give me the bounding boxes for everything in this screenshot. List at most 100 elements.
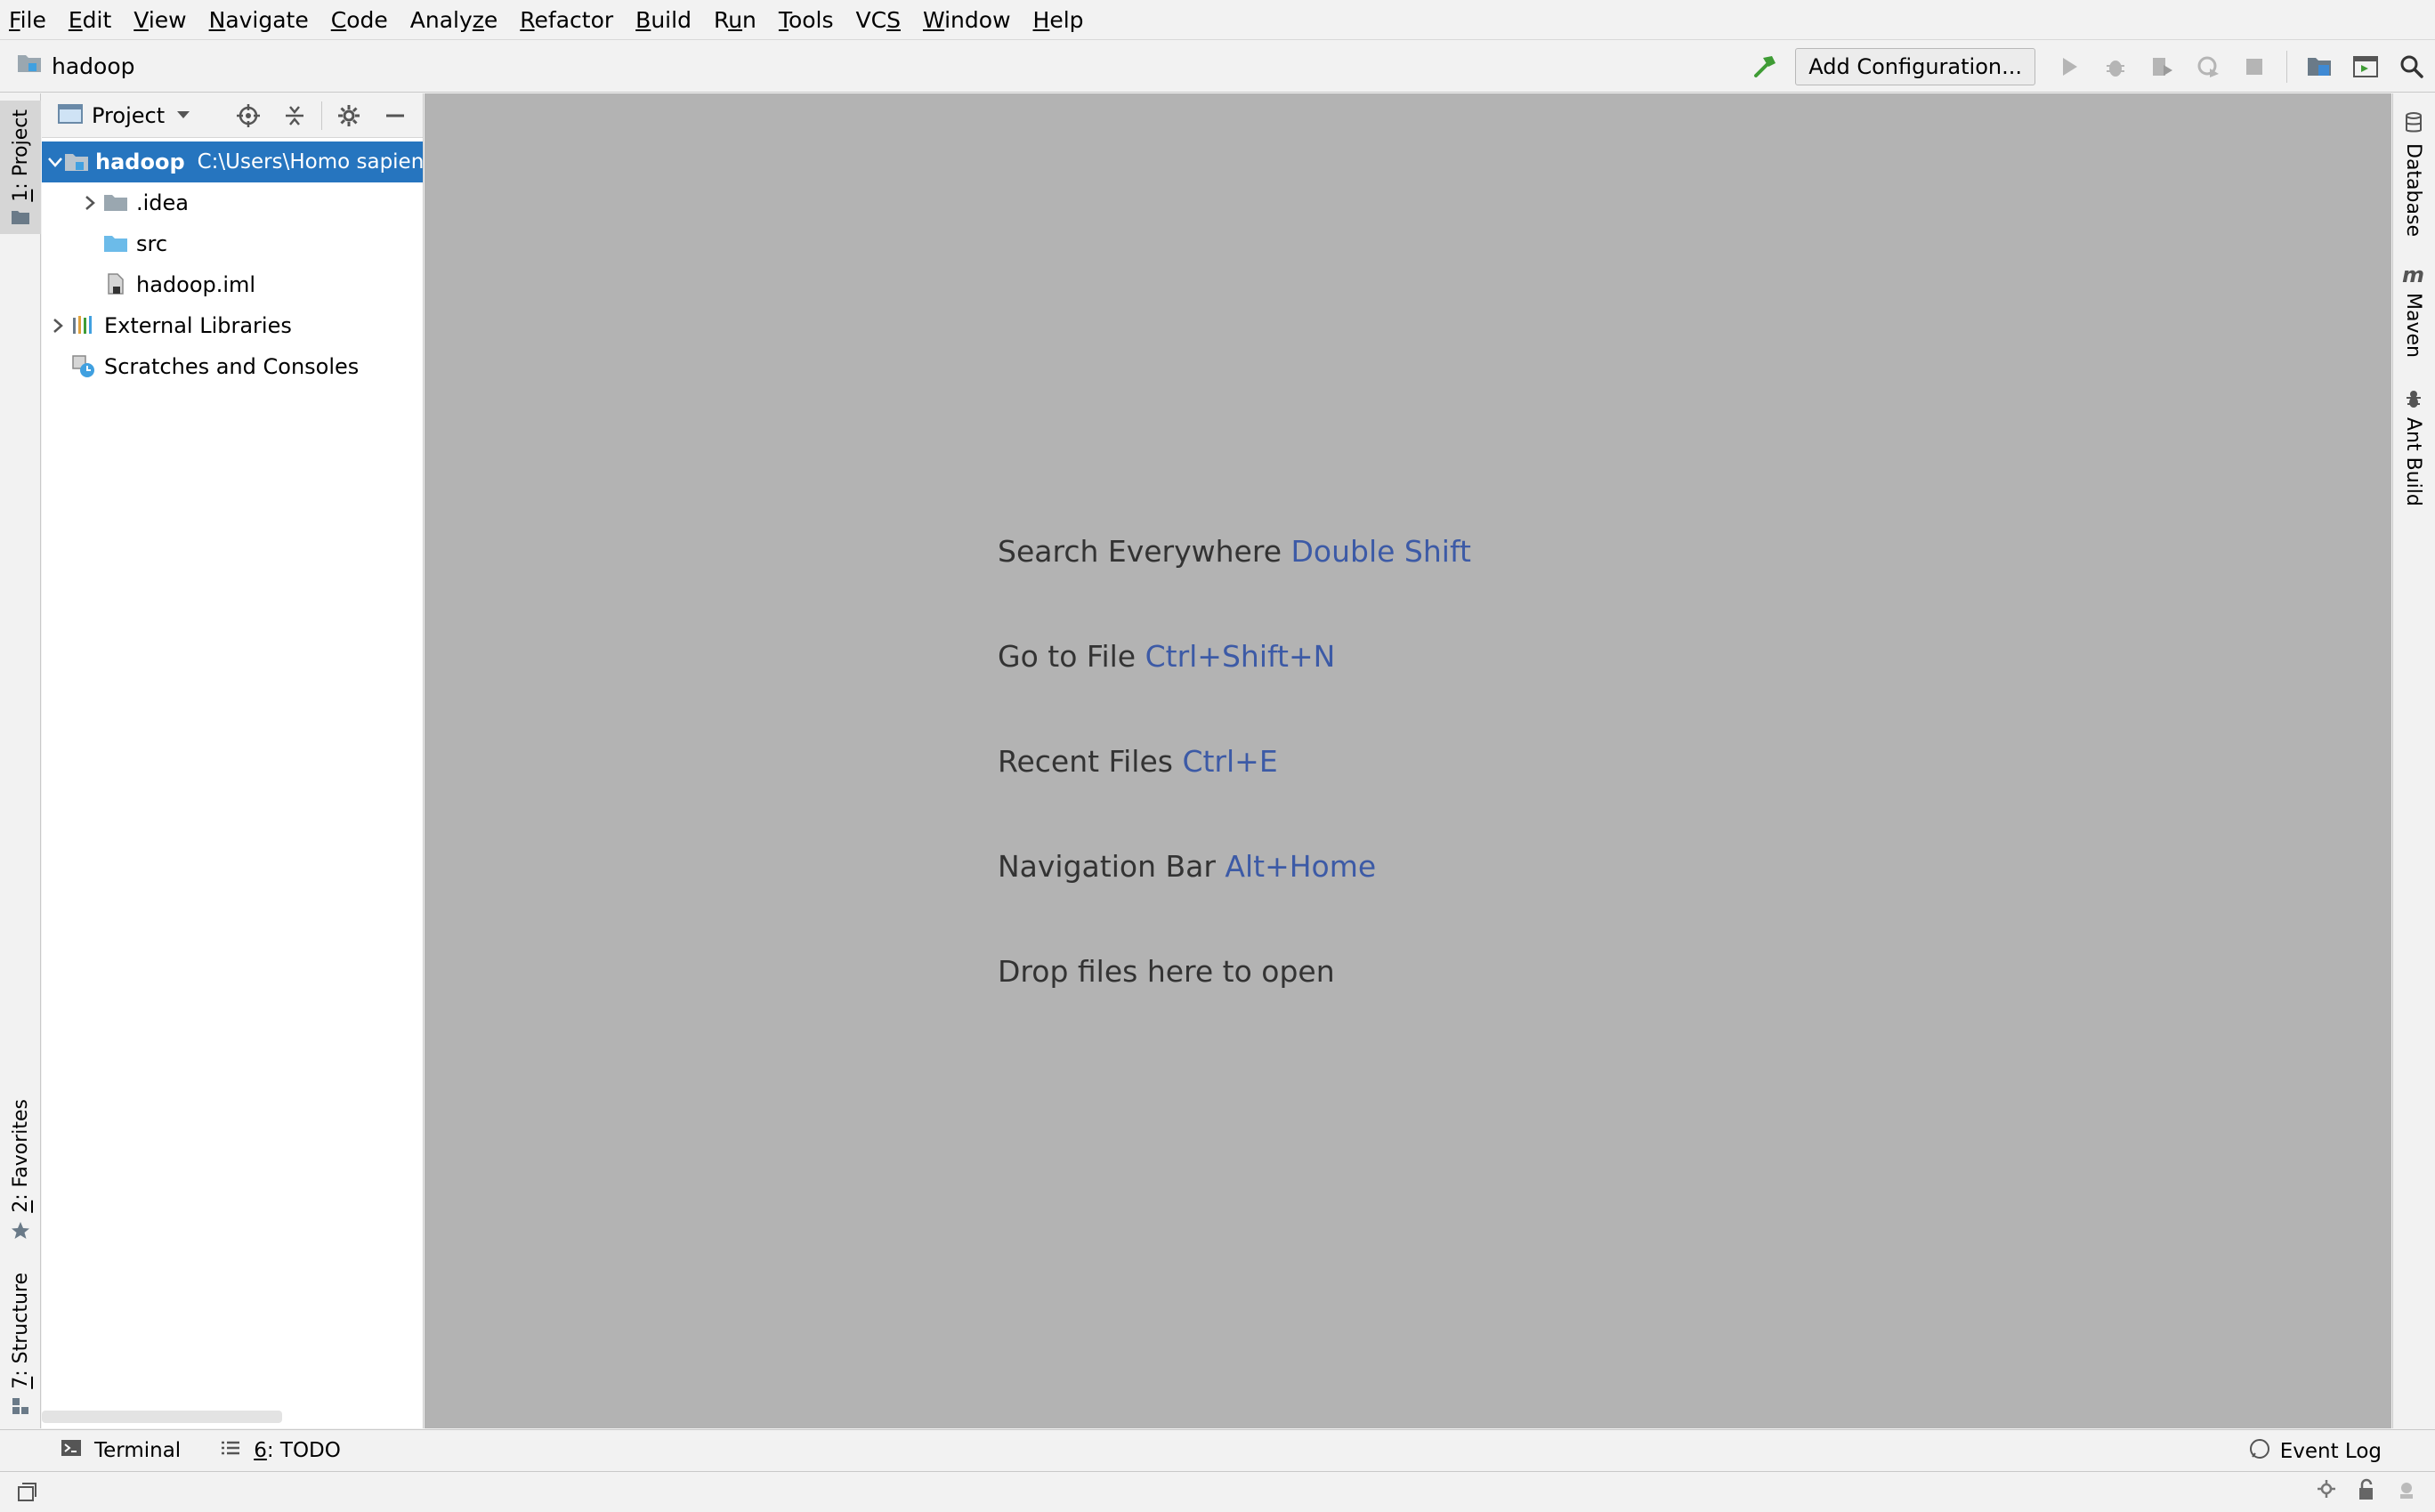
iml-file-icon [101,271,131,298]
menu-help[interactable]: Help [1033,7,1096,33]
tree-item-src[interactable]: src [42,223,423,264]
terminal-icon [61,1438,82,1463]
memory-indicator-icon[interactable] [2396,1479,2417,1504]
run-with-coverage-icon[interactable] [2142,47,2181,86]
menu-window[interactable]: Window [923,7,1023,33]
shortcut-label: Alt+Home [1225,849,1377,884]
chevron-right-icon[interactable] [47,318,69,334]
ant-build-tool-button[interactable]: Ant Build [2402,387,2424,506]
project-view-icon [58,103,83,128]
structure-icon [11,1396,30,1419]
left-tool-stripe: 1: Project 2: Favorites 7: Structure [0,93,41,1428]
tree-item-idea[interactable]: .idea [42,182,423,223]
project-tool-button[interactable]: 1: Project [0,101,41,234]
tree-item-iml-label: hadoop.iml [136,272,256,297]
project-structure-icon[interactable] [2300,47,2339,86]
status-right-icons [2316,1478,2417,1505]
build-hammer-icon[interactable] [1745,47,1784,86]
chevron-down-icon[interactable] [47,156,63,168]
chevron-right-icon[interactable] [79,195,101,211]
search-everywhere-icon[interactable] [2392,47,2431,86]
folder-icon [11,209,30,229]
maven-tool-button[interactable]: m Maven [2402,263,2424,358]
add-configuration-button[interactable]: Add Configuration... [1795,48,2035,85]
hint-recent-files: Recent Files Ctrl+E [998,744,1278,779]
project-tool-window: Project hadoop C:\Users\Homo sapiens .id… [42,93,424,1428]
maven-icon: m [2402,263,2425,287]
tree-root-hadoop[interactable]: hadoop C:\Users\Homo sapiens [42,141,423,182]
shortcut-label: Ctrl+Shift+N [1145,639,1336,674]
favorites-tool-button[interactable]: 2: Favorites [0,1099,41,1241]
nav-project-breadcrumb[interactable]: hadoop [16,52,135,80]
stop-icon[interactable] [2235,47,2274,86]
menu-file[interactable]: File [9,7,58,33]
tree-item-iml[interactable]: hadoop.iml [42,264,423,305]
event-log-tool-button[interactable]: Event Log [2248,1430,2382,1473]
event-log-bubble-icon [2248,1437,2271,1466]
chevron-down-icon[interactable] [175,107,191,124]
menu-code[interactable]: Code [331,7,400,33]
todo-tool-button[interactable]: 6: TODO [220,1438,341,1463]
maven-label: Maven [2402,293,2424,358]
run-anything-icon[interactable] [2346,47,2385,86]
tree-root-name: hadoop [95,150,185,174]
project-panel-actions [229,93,415,138]
nav-project-name: hadoop [52,53,135,79]
tree-item-external-libraries-label: External Libraries [104,313,292,338]
panel-separator [321,101,322,130]
ant-build-label: Ant Build [2402,417,2424,506]
profile-icon[interactable] [2188,47,2228,86]
star-icon [10,1220,31,1245]
list-icon [220,1438,241,1463]
project-view-selector[interactable]: Project [92,103,165,128]
menu-view[interactable]: View [133,7,198,33]
tree-item-scratches-label: Scratches and Consoles [104,354,360,379]
source-folder-icon [101,230,131,257]
locate-file-icon[interactable] [229,96,268,135]
database-tool-button[interactable]: Database [2402,111,2424,237]
hint-drop-files: Drop files here to open [998,954,1335,989]
hint-search-everywhere: Search Everywhere Double Shift [998,534,1471,569]
module-folder-icon [63,149,90,175]
folder-icon [101,190,131,216]
tree-item-scratches[interactable]: Scratches and Consoles [42,346,423,387]
hint-navigation-bar: Navigation Bar Alt+Home [998,849,1377,884]
project-panel-header: Project [42,93,423,138]
right-tool-stripe: Database m Maven Ant Build [2392,93,2435,1428]
menu-analyze[interactable]: Analyze [410,7,510,33]
tree-root-path: C:\Users\Homo sapiens [197,150,423,174]
hint-go-to-file: Go to File Ctrl+Shift+N [998,639,1336,674]
bottom-tool-bar: Terminal 6: TODO Event Log [0,1429,2435,1472]
terminal-tool-button[interactable]: Terminal [61,1438,181,1463]
structure-tool-button[interactable]: 7: Structure [0,1273,41,1424]
toggle-tool-windows-icon[interactable] [16,1482,37,1507]
library-icon [69,312,99,339]
tree-item-idea-label: .idea [136,190,190,215]
menu-run[interactable]: Run [714,7,768,33]
tree-item-external-libraries[interactable]: External Libraries [42,305,423,346]
debug-icon[interactable] [2096,47,2135,86]
menu-vcs[interactable]: VCS [856,7,912,33]
run-icon[interactable] [2050,47,2089,86]
gear-icon[interactable] [329,96,368,135]
shortcut-label: Ctrl+E [1182,744,1278,779]
editor-empty-area: Search Everywhere Double Shift Go to Fil… [425,93,2391,1428]
lock-icon[interactable] [2357,1478,2378,1505]
navigation-bar: hadoop Add Configuration... [0,41,2435,93]
inspection-settings-icon[interactable] [2316,1478,2339,1505]
database-icon [2404,111,2423,138]
tree-item-src-label: src [136,231,168,256]
hide-panel-icon[interactable] [376,96,415,135]
main-toolbar: Add Configuration... [1742,41,2435,93]
collapse-all-icon[interactable] [275,96,314,135]
horizontal-scrollbar[interactable] [42,1411,282,1423]
menu-tools[interactable]: Tools [779,7,845,33]
menu-navigate[interactable]: Navigate [209,7,320,33]
project-tree: hadoop C:\Users\Homo sapiens .idea src h… [42,141,423,387]
shortcut-label: Double Shift [1290,534,1471,569]
menu-refactor[interactable]: Refactor [520,7,625,33]
terminal-label: Terminal [94,1439,182,1462]
menu-edit[interactable]: Edit [69,7,123,33]
menu-build[interactable]: Build [635,7,703,33]
status-bar [0,1473,2435,1512]
